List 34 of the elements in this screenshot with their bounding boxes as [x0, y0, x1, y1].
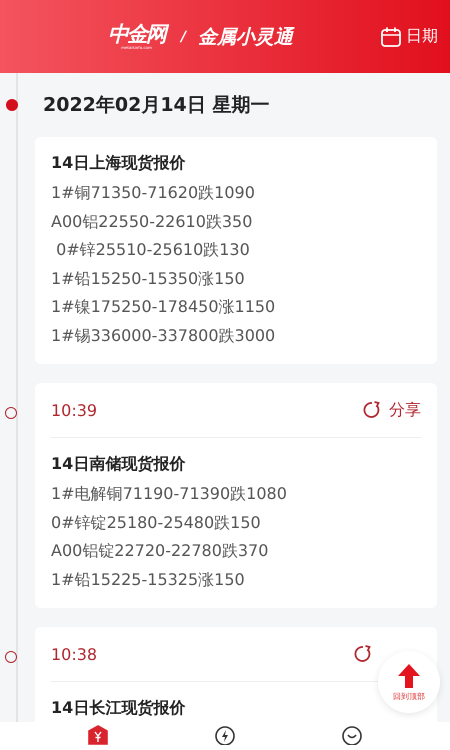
flash-tab[interactable]: [214, 725, 236, 745]
price-line: A00铝锭22720-22780跌370: [51, 540, 270, 562]
share-icon: [362, 400, 382, 420]
app-title: 金属小灵通: [198, 24, 294, 50]
time-label: 10:39: [51, 400, 98, 420]
price-line: 1#铜71350-71620跌1090: [51, 182, 256, 204]
calendar-icon: [380, 26, 402, 48]
price-line: 1#铅15225-15325涨150: [51, 568, 246, 590]
up-arrow-icon: [397, 662, 421, 688]
news-title: 14日长江现货报价: [51, 697, 186, 719]
share-button[interactable]: [353, 644, 373, 664]
price-line: 1#铅15250-15350涨150: [51, 268, 246, 290]
timeline-dot: [5, 651, 17, 663]
yuan-icon: [87, 725, 110, 745]
lightning-icon: [214, 725, 236, 745]
share-icon: [353, 644, 373, 664]
price-line: 1#锡336000-337800跌3000: [51, 324, 276, 346]
yuan-tab[interactable]: [87, 725, 110, 745]
news-title: 14日南储现货报价: [51, 453, 186, 475]
news-title: 14日上海现货报价: [51, 152, 186, 174]
time-label: 10:38: [51, 644, 98, 664]
timeline-dot: [5, 407, 17, 419]
price-line: A00铝22550-22610跌350: [51, 210, 254, 232]
smile-icon: [340, 725, 363, 745]
date-heading: 2022年02月14日 星期一: [43, 93, 270, 118]
smile-tab[interactable]: [340, 725, 363, 745]
price-line: 1#镍175250-178450涨1150: [51, 296, 276, 318]
price-line: 0#锌25510-25610跌130: [55, 239, 251, 261]
share-button[interactable]: 分享: [362, 400, 421, 420]
price-line: 1#电解铜71190-71390跌1080: [51, 483, 288, 505]
timeline-dot: [6, 99, 18, 111]
date-button[interactable]: 日期: [380, 26, 438, 48]
price-line: 0#锌锭25180-25480跌150: [51, 512, 262, 534]
separator: /: [181, 28, 186, 44]
